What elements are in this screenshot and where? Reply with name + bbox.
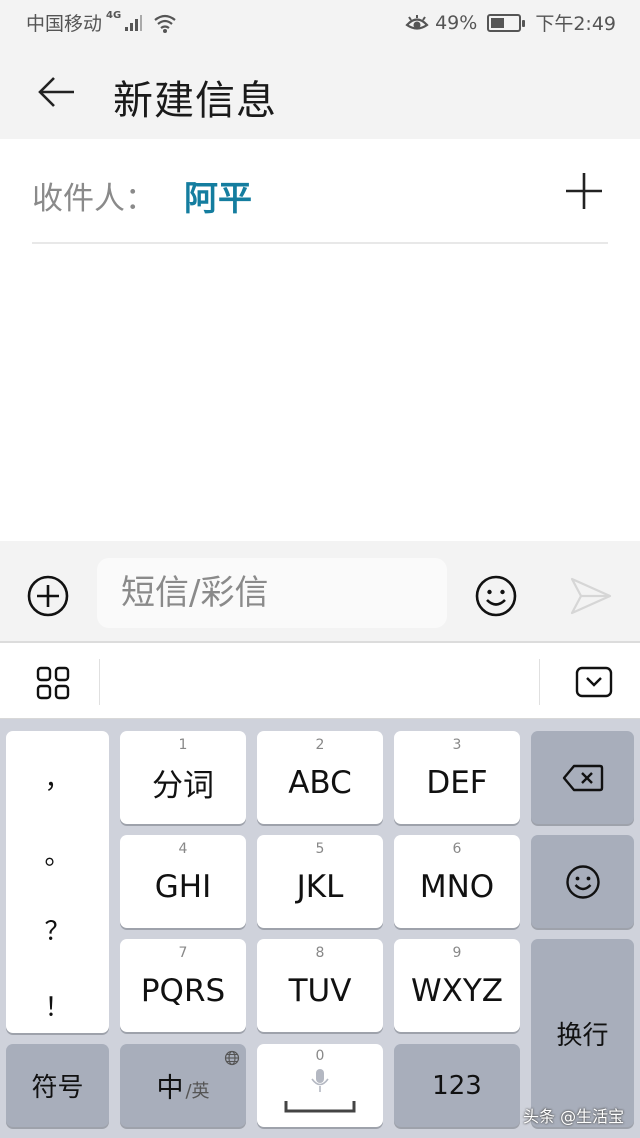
key-1[interactable]: 1 分词 [120,731,246,824]
wifi-icon [154,14,176,33]
key-label: MNO [419,868,495,905]
page-title: 新建信息 [113,78,277,124]
status-bar: 中国移动 4G 49% 下午2:49 [0,0,640,44]
recipient-label: 收件人： [32,181,156,217]
symbols-key[interactable]: 符号 [6,1044,109,1127]
key-label: TUV [288,972,352,1009]
key-label: 换行 [556,1020,609,1051]
punct-exclaim-key[interactable]: ！ [6,987,109,1024]
key-label: 符号 [31,1073,84,1103]
hide-keyboard-button[interactable] [574,665,614,699]
app-header: 新建信息 [0,44,640,139]
battery-icon [487,13,526,32]
backspace-key[interactable] [531,731,634,824]
key-label: PQRS [140,972,226,1009]
send-icon [570,577,612,615]
key-2[interactable]: 2 ABC [257,731,383,824]
punct-question-key[interactable]: ？ [6,911,109,948]
key-number: 5 [315,841,325,857]
recipient-chip[interactable]: 阿平 [184,171,252,220]
recipient-row[interactable]: 收件人： 阿平 [32,139,608,244]
message-input[interactable] [97,558,447,628]
key-5[interactable]: 5 JKL [257,835,383,928]
network-type: 4G [106,10,122,21]
key-7[interactable]: 7 PQRS [120,939,246,1032]
emoji-button[interactable] [474,574,518,618]
key-8[interactable]: 8 TUV [257,939,383,1032]
back-button[interactable] [34,70,78,114]
arrow-left-icon [38,77,74,107]
keyboard-hide-icon [575,666,613,698]
add-recipient-button[interactable] [564,171,604,211]
clock: 下午2:49 [535,13,616,35]
key-number: 6 [452,841,462,857]
punct-period-key[interactable]: 。 [6,835,109,872]
numbers-key[interactable]: 123 [394,1044,520,1127]
key-number: 9 [452,945,462,961]
punctuation-column[interactable]: ， 。 ？ ！ [6,731,109,1033]
recipient-area: 收件人： 阿平 [0,139,640,541]
eye-comfort-icon [405,14,429,30]
t9-keyboard: ， 。 ？ ！ 1 分词 2 ABC 3 DEF 4 GHI 5 JKL 6 M… [0,719,640,1138]
send-button[interactable] [569,576,613,616]
key-number: 8 [315,945,325,961]
smiley-icon [475,575,517,617]
key-3[interactable]: 3 DEF [394,731,520,824]
globe-icon [224,1050,240,1066]
microphone-icon [311,1069,329,1092]
backspace-icon [562,764,603,791]
attach-button[interactable] [26,574,70,618]
battery-percent: 49% [435,11,478,34]
key-label: 123 [432,1070,482,1101]
key-label: DEF [426,764,488,801]
key-label: 中 [156,1073,184,1104]
emoji-key[interactable] [531,835,634,928]
key-label: ABC [288,764,352,801]
key-label: GHI [154,868,212,905]
key-number: 1 [178,737,188,753]
compose-bar [0,541,640,643]
key-9[interactable]: 9 WXYZ [394,939,520,1032]
key-label: JKL [296,868,344,905]
toolbar-divider [539,659,540,705]
plus-icon [566,173,602,209]
space-key[interactable]: 0 [257,1044,383,1127]
carrier-name: 中国移动 [26,13,103,35]
key-4[interactable]: 4 GHI [120,835,246,928]
language-switch-key[interactable]: 中 /英 [120,1044,246,1127]
key-label: 分词 [152,768,214,804]
key-number: 2 [315,737,325,753]
key-number: 4 [178,841,188,857]
space-bar-icon [284,1101,356,1113]
key-number: 7 [178,945,188,961]
key-sublabel: /英 [185,1080,210,1102]
key-number: 3 [452,737,462,753]
watermark: 头条 @生活宝 [523,1107,625,1126]
grid-icon [36,666,70,700]
keyboard-menu-button[interactable] [36,666,70,700]
keyboard-toolbar [0,643,640,719]
key-label: WXYZ [410,972,504,1009]
punct-comma-key[interactable]: ， [6,759,109,796]
enter-key[interactable]: 换行 [531,939,634,1127]
key-number: 0 [315,1048,325,1064]
smiley-icon [565,864,600,899]
plus-circle-icon [27,575,69,617]
battery-fill [491,17,505,28]
signal-icon [125,14,143,31]
key-6[interactable]: 6 MNO [394,835,520,928]
toolbar-divider [99,659,100,705]
